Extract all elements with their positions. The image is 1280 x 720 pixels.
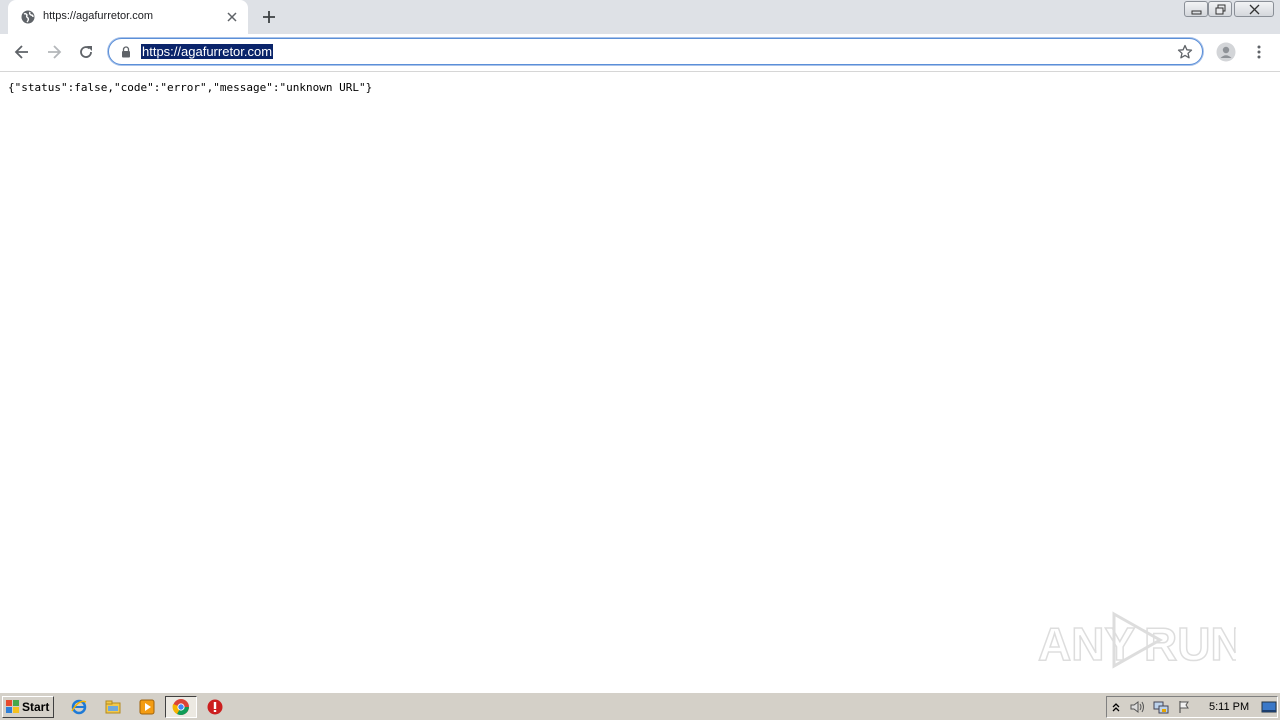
browser-tab[interactable]: https://agafurretor.com <box>8 0 248 34</box>
volume-icon[interactable] <box>1129 700 1145 714</box>
start-label: Start <box>22 700 50 714</box>
restore-icon <box>1215 4 1226 15</box>
tab-strip: https://agafurretor.com <box>0 0 1280 34</box>
minimize-button[interactable] <box>1184 1 1208 17</box>
close-tab-icon[interactable] <box>226 11 238 23</box>
page-content: {"status":false,"code":"error","message"… <box>0 72 1280 692</box>
stop-icon[interactable] <box>206 698 224 716</box>
lock-icon[interactable] <box>121 46 131 58</box>
taskbar: Start 5:11 PM <box>0 692 1280 720</box>
globe-icon <box>21 10 35 24</box>
close-icon <box>1249 4 1260 15</box>
show-hidden-icons-icon[interactable] <box>1111 701 1121 713</box>
anyrun-watermark: ANY RUN <box>1037 611 1236 671</box>
chrome-taskbar-button[interactable] <box>165 696 197 718</box>
bookmark-star-icon[interactable] <box>1177 44 1193 60</box>
url-text[interactable]: https://agafurretor.com <box>141 44 274 59</box>
watermark-text-right: RUN <box>1144 618 1236 670</box>
tab-title: https://agafurretor.com <box>43 10 154 22</box>
new-tab-icon[interactable] <box>261 9 277 25</box>
start-button[interactable]: Start <box>2 696 54 718</box>
show-desktop-icon[interactable] <box>1261 700 1277 714</box>
file-explorer-icon[interactable] <box>104 698 122 716</box>
forward-arrow-icon[interactable] <box>45 43 63 61</box>
json-response-text: {"status":false,"code":"error","message"… <box>8 81 373 94</box>
system-clock[interactable]: 5:11 PM <box>1209 701 1249 713</box>
more-menu-icon[interactable] <box>1250 43 1268 61</box>
close-window-button[interactable] <box>1234 1 1274 17</box>
profile-avatar-icon[interactable] <box>1216 42 1236 62</box>
internet-explorer-icon[interactable] <box>70 698 88 716</box>
chrome-icon <box>172 699 189 716</box>
windows-logo-icon <box>6 700 19 713</box>
minimize-icon <box>1191 10 1202 15</box>
network-icon[interactable] <box>1153 700 1169 714</box>
system-tray: 5:11 PM <box>1106 696 1278 718</box>
address-bar[interactable]: https://agafurretor.com <box>108 38 1203 65</box>
reload-icon[interactable] <box>77 43 95 61</box>
browser-toolbar: https://agafurretor.com <box>0 34 1280 72</box>
restore-button[interactable] <box>1208 1 1232 17</box>
media-player-icon[interactable] <box>138 698 156 716</box>
back-arrow-icon[interactable] <box>13 43 31 61</box>
action-center-flag-icon[interactable] <box>1177 700 1193 714</box>
